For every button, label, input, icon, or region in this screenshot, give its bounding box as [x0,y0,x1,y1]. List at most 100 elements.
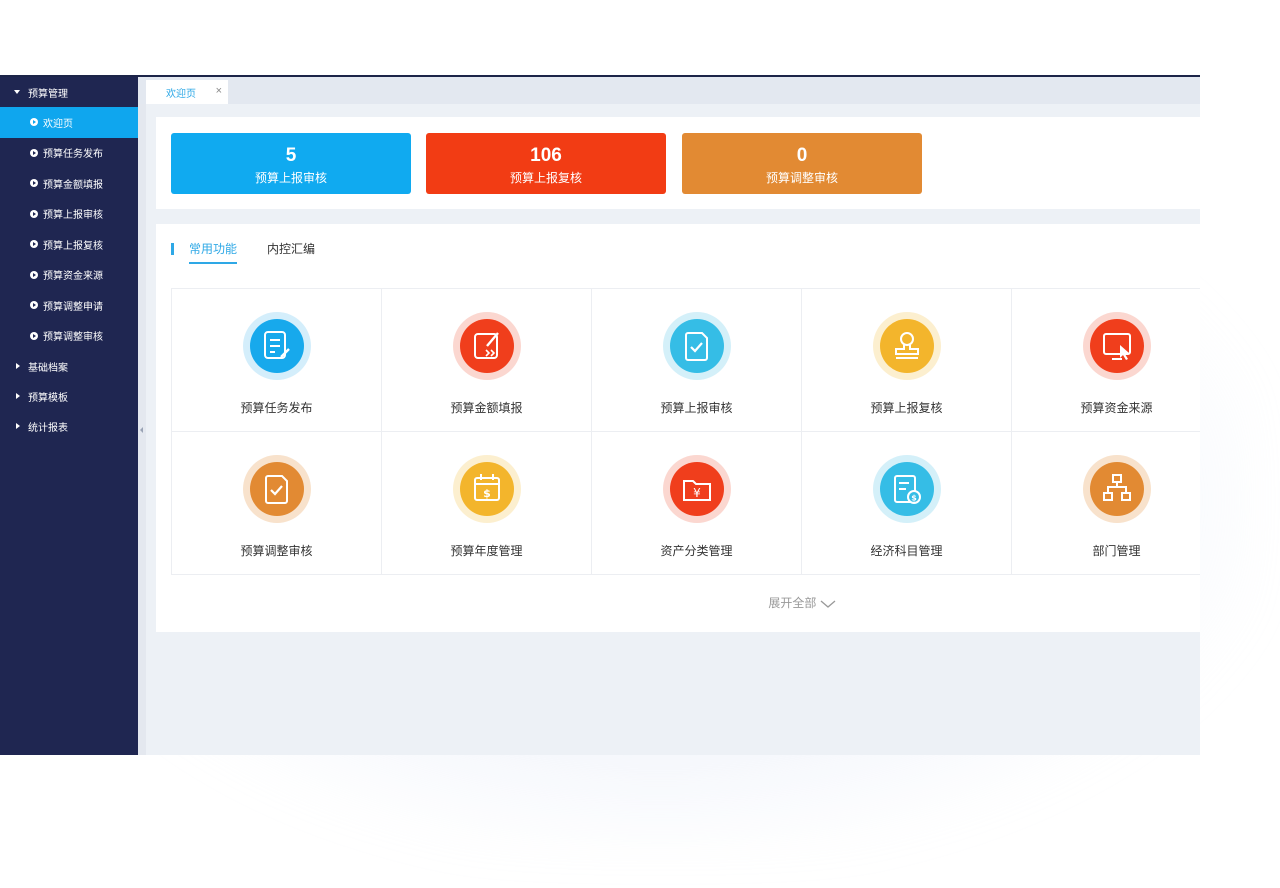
sidebar-group-budget-template[interactable]: 预算模板 [0,381,138,411]
sidebar-group-label: 预算管理 [28,88,68,100]
collapse-arrow-icon [140,427,143,433]
arrow-circle-icon [30,118,38,127]
sidebar-group-label: 统计报表 [28,422,68,434]
sidebar-group-label: 预算模板 [28,392,68,404]
clipboard-check-icon [249,462,304,516]
pen-edit-icon [459,319,514,373]
sidebar-item-welcome[interactable]: 欢迎页 [0,107,138,138]
function-tile[interactable]: 预算任务发布 [172,289,382,432]
tab-internal-control[interactable]: 内控汇编 [267,240,315,264]
function-icon-halo [872,312,941,380]
function-icon-halo: $ [452,455,521,523]
sidebar-item-label: 预算上报复核 [43,240,103,252]
stat-value: 106 [530,145,562,166]
sidebar-item-label: 预算金额填报 [43,179,103,191]
stats-panel: 5 预算上报审核 106 预算上报复核 0 预算调整审核 [156,117,1200,209]
arrow-circle-icon [30,301,38,310]
function-icon-halo [452,312,521,380]
stat-card-report-review[interactable]: 5 预算上报审核 [171,133,411,194]
calendar-dollar-icon: $ [459,462,514,516]
sidebar-group-statistics[interactable]: 统计报表 [0,411,138,441]
function-icon-halo [1082,455,1151,523]
arrow-circle-icon [30,179,38,188]
function-tile[interactable]: $ 预算年度管理 [382,432,592,575]
svg-text:$: $ [911,494,917,503]
arrow-circle-icon [30,209,38,218]
receipt-dollar-icon: $ [879,462,934,516]
sidebar-group-label: 基础档案 [28,362,68,374]
sidebar: 预算管理 欢迎页 预算任务发布 预算金额填报 预算上报审核 预算上报复核 预算资… [0,77,138,755]
function-tile[interactable]: ¥ 资产分类管理 [592,432,802,575]
sidebar-item-label: 预算调整申请 [43,301,103,313]
svg-text:¥: ¥ [693,486,701,500]
arrow-circle-icon [30,331,38,340]
function-label: 预算金额填报 [450,401,523,415]
sidebar-item-label: 预算上报审核 [43,210,103,222]
caret-right-icon [16,423,20,429]
stat-label: 预算上报审核 [254,171,327,185]
sidebar-item-label: 预算任务发布 [43,149,103,161]
sidebar-group-basic-archive[interactable]: 基础档案 [0,351,138,381]
function-grid: 预算任务发布 预算金额填报 预算上报审核 预算上报复核 预算资金来源预算调整审核 $ 预算年… [171,288,1200,575]
sidebar-item-amount-fill[interactable]: 预算金额填报 [0,168,138,199]
stat-label: 预算调整审核 [765,171,838,185]
function-tile[interactable]: 预算上报复核 [802,289,1012,432]
function-label: 预算年度管理 [450,544,523,558]
folder-yen-icon: ¥ [669,462,724,516]
function-tile[interactable]: 预算调整审核 [172,432,382,575]
function-label: 预算上报审核 [660,401,733,415]
sidebar-item-task-publish[interactable]: 预算任务发布 [0,138,138,169]
function-tabs: 常用功能 内控汇编 [171,240,345,264]
sidebar-item-label: 预算调整审核 [43,332,103,344]
function-label: 预算资金来源 [1080,401,1153,415]
sidebar-item-adjust-apply[interactable]: 预算调整申请 [0,290,138,321]
arrow-circle-icon [30,148,38,157]
function-label: 预算调整审核 [240,544,313,558]
sidebar-item-report-recheck[interactable]: 预算上报复核 [0,229,138,260]
tab-indicator-bar [171,243,174,255]
tab-label: 欢迎页 [166,88,196,100]
function-label: 资产分类管理 [660,544,733,558]
function-tile[interactable]: $ 经济科目管理 [802,432,1012,575]
stat-value: 0 [796,145,808,166]
function-icon-halo: ¥ [662,455,731,523]
arrow-circle-icon [30,240,38,249]
arrow-circle-icon [30,270,38,279]
sidebar-collapse-handle[interactable] [138,77,146,755]
tab-common-functions[interactable]: 常用功能 [189,240,238,264]
stat-card-adjust-review[interactable]: 0 预算调整审核 [682,133,922,194]
function-icon-halo [242,312,311,380]
function-tile[interactable]: 预算资金来源 [1012,289,1200,432]
caret-right-icon [16,393,20,399]
function-label: 预算任务发布 [240,401,313,415]
function-icon-halo [242,455,311,523]
sidebar-group-budget-management[interactable]: 预算管理 [0,77,138,107]
stamp-icon [879,319,934,373]
function-panel: 常用功能 内控汇编 预算任务发布 预算金额填报 预算上报审核 预算上报复核 预算资金来源… [156,224,1200,632]
function-icon-halo [1082,312,1151,380]
function-tile[interactable]: 预算金额填报 [382,289,592,432]
sidebar-item-fund-source[interactable]: 预算资金来源 [0,260,138,291]
close-icon[interactable]: × [216,85,222,97]
clipboard-check-icon [669,319,724,373]
expand-all-label: 展开全部 [768,596,817,610]
sidebar-item-adjust-review[interactable]: 预算调整审核 [0,321,138,352]
stat-card-report-recheck[interactable]: 106 预算上报复核 [426,133,666,194]
expand-all-button[interactable]: 展开全部 [156,594,1200,611]
function-tile[interactable]: 预算上报审核 [592,289,802,432]
function-tile[interactable]: 部门管理 [1012,432,1200,575]
org-chart-icon [1089,462,1144,516]
screen-cursor-icon [1089,319,1144,373]
app-window: 预算管理 欢迎页 预算任务发布 预算金额填报 预算上报审核 预算上报复核 预算资… [0,75,1200,755]
stat-value: 5 [285,145,297,166]
chevron-down-icon [820,600,836,608]
svg-text:$: $ [483,487,491,500]
document-edit-icon [249,319,304,373]
sidebar-item-report-review[interactable]: 预算上报审核 [0,199,138,230]
tab-welcome[interactable]: 欢迎页 × [146,80,228,104]
stat-label: 预算上报复核 [509,171,582,185]
caret-down-icon [14,90,20,94]
sidebar-item-label: 预算资金来源 [43,271,103,283]
function-label: 经济科目管理 [870,544,943,558]
function-label: 部门管理 [1092,544,1141,558]
